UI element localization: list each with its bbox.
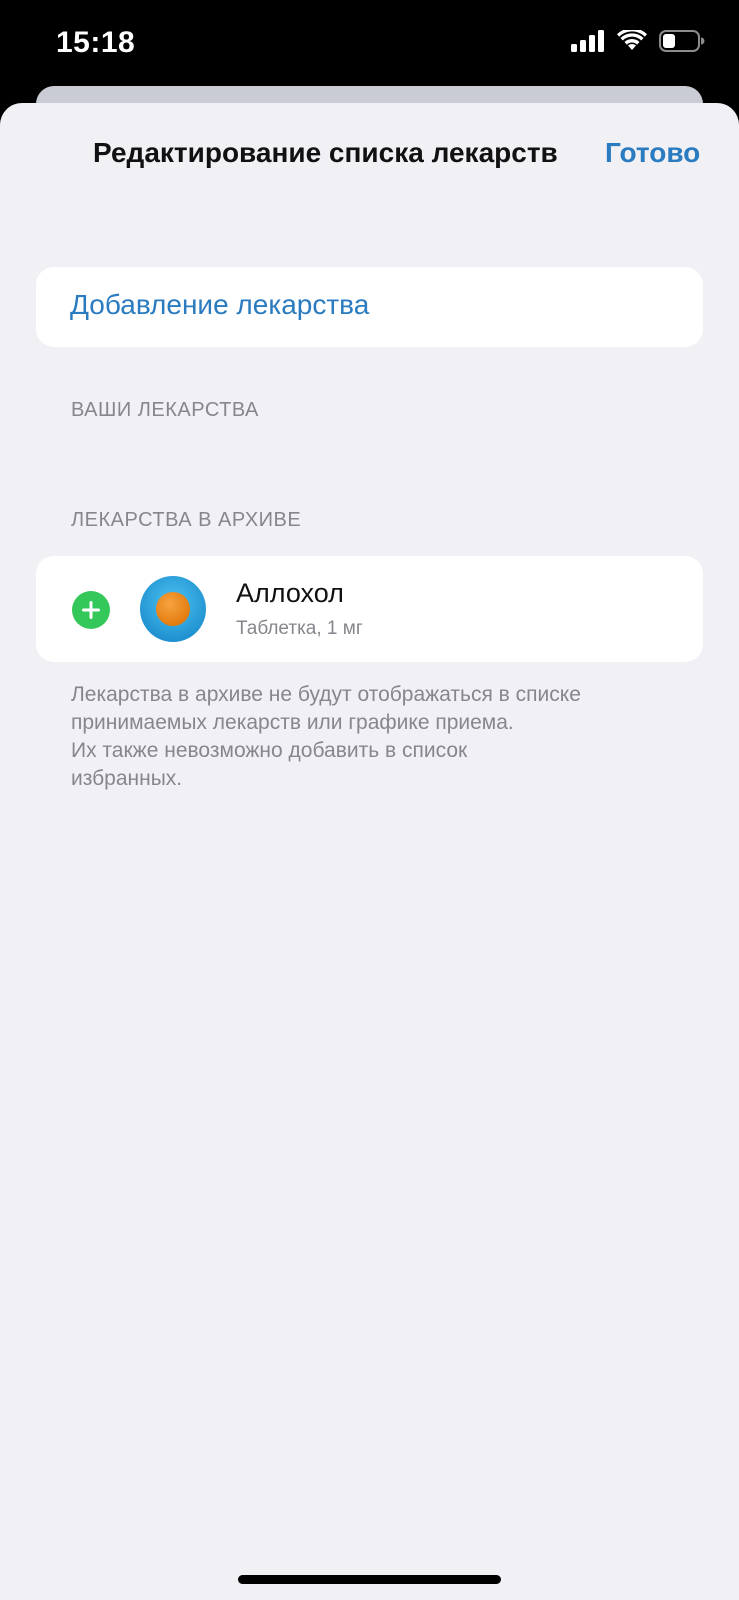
your-medications-header: ВАШИ ЛЕКАРСТВА (71, 399, 259, 421)
cellular-signal-icon (571, 30, 604, 52)
edit-medications-sheet: Редактирование списка лекарств Готово До… (0, 103, 739, 1600)
medication-details: Таблетка, 1 мг (236, 618, 363, 639)
home-indicator[interactable] (238, 1575, 501, 1584)
status-bar: 15:18 (0, 0, 739, 88)
pill-icon (140, 576, 206, 642)
screen: 15:18 Редактирование списка лекарств Гот… (0, 0, 739, 1600)
done-button[interactable]: Готово (605, 137, 700, 169)
status-time: 15:18 (56, 26, 136, 59)
list-item[interactable]: Аллохол Таблетка, 1 мг (36, 556, 703, 662)
battery-icon (659, 30, 705, 52)
footnote-line: принимаемых лекарств или графике приема. (71, 711, 514, 734)
archived-medications-header: ЛЕКАРСТВА В АРХИВЕ (71, 509, 302, 531)
add-medication-button[interactable]: Добавление лекарства (36, 267, 703, 347)
footnote-line: Их также невозможно добавить в список (71, 739, 468, 762)
page-title: Редактирование списка лекарств (93, 137, 558, 168)
medication-name: Аллохол (236, 578, 344, 608)
archive-footnote: Лекарства в архиве не будут отображаться… (71, 681, 691, 793)
add-medication-label: Добавление лекарства (70, 289, 370, 320)
add-circle-icon[interactable] (72, 591, 110, 629)
footnote-line: избранных. (71, 767, 183, 790)
footnote-line: Лекарства в архиве не будут отображаться… (71, 683, 581, 706)
wifi-icon (617, 30, 647, 50)
status-icons (571, 30, 705, 52)
